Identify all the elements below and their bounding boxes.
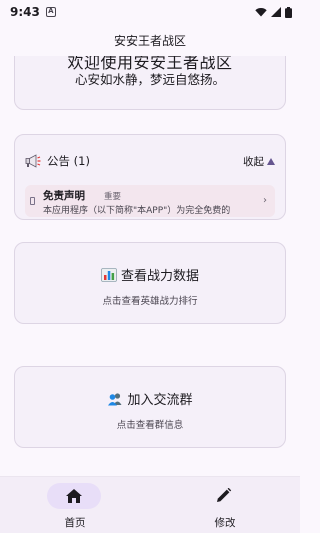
nav-label-home: 首页 xyxy=(64,517,86,529)
nav-item-edit[interactable]: 修改 xyxy=(150,477,300,533)
chevron-right-icon: › xyxy=(263,195,267,206)
main-content[interactable]: 欢迎使用安安王者战区 心安如水静，梦远自悠扬。 公告 (1) 收起 免责声明 重… xyxy=(0,56,300,476)
bottom-navigation: 首页 修改 xyxy=(0,476,300,533)
app-title: 安安王者战区 xyxy=(113,33,186,48)
wifi-icon xyxy=(255,8,267,17)
announcement-header: 公告 (1) 收起 xyxy=(25,153,275,169)
pen-icon xyxy=(217,488,232,502)
power-data-title-row: 查看战力数据 xyxy=(15,265,285,284)
power-data-title: 查看战力数据 xyxy=(120,269,199,284)
status-bar: 9:43 A xyxy=(0,0,300,24)
triangle-up-icon xyxy=(267,157,275,165)
power-data-card[interactable]: 查看战力数据 点击查看英雄战力排行 xyxy=(14,242,286,324)
document-icon xyxy=(30,197,35,205)
welcome-subtitle: 心安如水静，梦远自悠扬。 xyxy=(74,72,225,87)
join-group-title-row: 加入交流群 xyxy=(15,389,285,408)
megaphone-icon xyxy=(25,154,41,168)
collapse-label: 收起 xyxy=(243,155,264,168)
battery-icon xyxy=(285,6,292,18)
join-group-title: 加入交流群 xyxy=(127,393,193,408)
alert-icon: A xyxy=(45,7,56,17)
join-group-subtitle: 点击查看群信息 xyxy=(116,420,184,431)
collapse-button[interactable]: 收起 xyxy=(243,154,275,169)
announcement-item-tag: 重要 xyxy=(104,192,122,202)
nav-label-edit: 修改 xyxy=(214,517,236,529)
announcement-title: 公告 (1) xyxy=(47,154,90,168)
app-bar: 安安王者战区 xyxy=(0,24,300,56)
signal-icon xyxy=(271,7,281,17)
welcome-card: 欢迎使用安安王者战区 心安如水静，梦远自悠扬。 xyxy=(14,56,286,110)
bar-chart-icon xyxy=(101,267,117,282)
status-icons xyxy=(255,6,292,18)
nav-item-home[interactable]: 首页 xyxy=(0,477,150,533)
home-icon xyxy=(66,489,82,503)
announcement-item-title: 免责声明 xyxy=(43,190,85,202)
join-group-card[interactable]: 加入交流群 点击查看群信息 xyxy=(14,366,286,448)
people-icon xyxy=(108,392,122,405)
announcement-item[interactable]: 免责声明 重要 本应用程序（以下简称"本APP"）为完全免费的 › xyxy=(25,185,275,217)
announcement-item-text: 本应用程序（以下简称"本APP"）为完全免费的 xyxy=(43,206,231,216)
status-time: 9:43 xyxy=(10,5,40,19)
power-data-subtitle: 点击查看英雄战力排行 xyxy=(102,296,198,307)
announcement-card: 公告 (1) 收起 免责声明 重要 本应用程序（以下简称"本APP"）为完全免费… xyxy=(14,134,286,220)
